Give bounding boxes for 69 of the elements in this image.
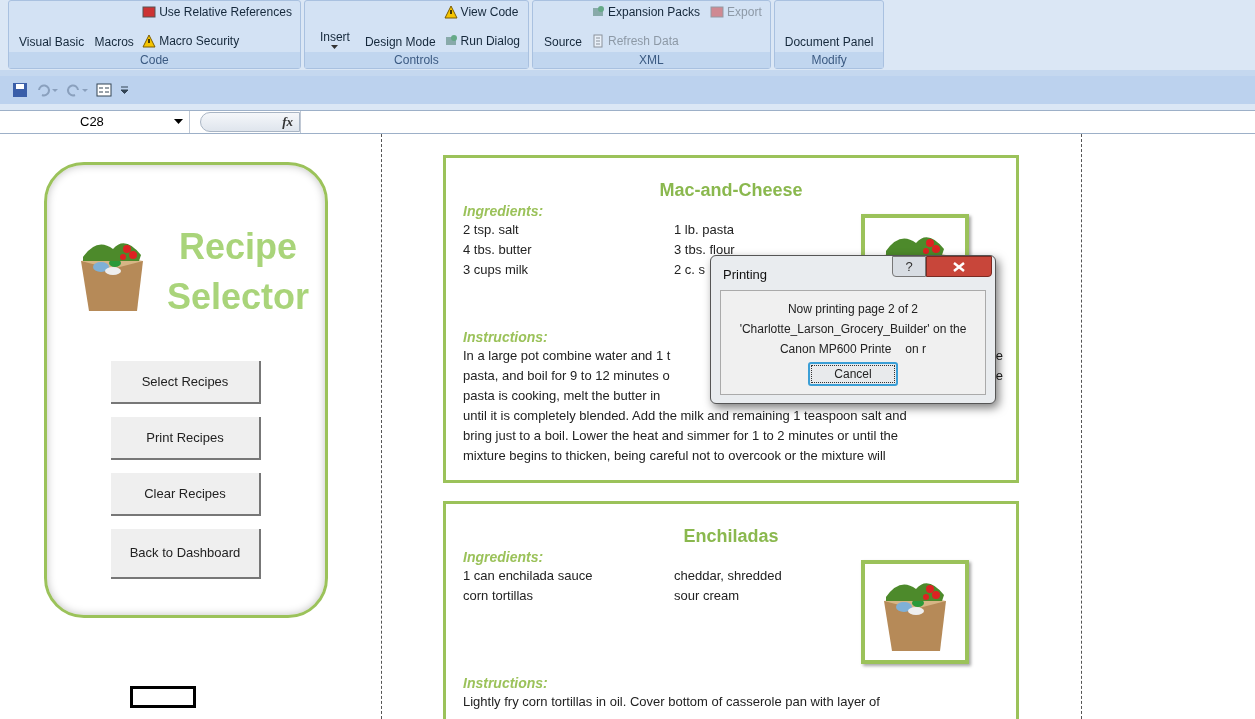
- recipe-title: Mac-and-Cheese: [658, 179, 804, 202]
- instruction-text: mixture begins to thicken, being careful not to overcook or the mixture will: [463, 447, 886, 465]
- message-text: 'Charlotte_Larson_Grocery_Builder' on the: [739, 321, 967, 338]
- ingredient-text: 1 can enchilada sauce: [463, 567, 594, 585]
- selected-cell[interactable]: [130, 686, 196, 708]
- customize-caret-icon: [120, 86, 129, 94]
- ingredient-text: 2 tsp. salt: [463, 221, 520, 239]
- ingredient-text: 4 tbs. butter: [463, 241, 533, 259]
- recipe-action-button[interactable]: Back to Dashboard: [111, 529, 261, 579]
- group-label: Code: [9, 52, 300, 68]
- ribbon-small-button[interactable]: Use Relative References: [142, 1, 292, 24]
- disabled-tool-icon: [591, 33, 605, 48]
- message-text: Now printing page 2 of 2: [787, 301, 919, 318]
- close-icon: [953, 261, 965, 272]
- recipe-title: Enchiladas: [682, 525, 780, 548]
- redo-icon: [66, 83, 88, 97]
- instruction-text: e: [995, 347, 1003, 365]
- ribbon-button[interactable]: Insert: [312, 1, 357, 52]
- close-button[interactable]: [926, 256, 992, 277]
- ribbon-small-button[interactable]: Macro Security: [142, 29, 292, 52]
- group-label: XML: [533, 52, 770, 68]
- ingredient-text: 3 tbs. flour: [674, 241, 735, 259]
- instruction-text: In a large pot combine water and 1 t: [463, 347, 671, 365]
- instruction-text: pasta, and boil for 9 to 12 minutes o: [463, 367, 670, 385]
- save-icon: [12, 82, 28, 98]
- title-text: Selector: [167, 275, 310, 319]
- recipe-action-button[interactable]: Select Recipes: [111, 361, 261, 404]
- recipe-action-button[interactable]: Print Recipes: [111, 417, 261, 460]
- cancel-button[interactable]: Cancel: [808, 362, 898, 386]
- undo-icon: [36, 83, 58, 97]
- tool-icon: [142, 33, 157, 48]
- ingredient-text: 3 cups milk: [463, 261, 530, 279]
- dialog-title: Printing: [723, 266, 768, 284]
- section-label: Ingredients:: [463, 548, 545, 566]
- function-button[interactable]: fx: [282, 112, 293, 132]
- section-label: Ingredients:: [463, 202, 545, 220]
- ribbon-small-button[interactable]: View Code: [443, 1, 520, 24]
- ingredient-text: cheddar, shredded: [674, 567, 782, 585]
- tool-icon: [443, 33, 458, 48]
- instruction-text: e: [995, 367, 1003, 385]
- instruction-text: Lightly fry corn tortillas in oil. Cover bottom of casserole pan with layer of: [463, 693, 880, 711]
- title-text: Recipe: [179, 225, 298, 269]
- disabled-tool-icon: [710, 5, 725, 20]
- group-label: Modify: [774, 52, 884, 68]
- ribbon-button[interactable]: Source: [541, 1, 585, 52]
- section-label: Instructions:: [463, 674, 548, 692]
- message-text: Canon MP600 Printe: [779, 341, 892, 358]
- dropdown-caret-icon: [174, 119, 183, 125]
- section-label: Instructions:: [463, 328, 548, 346]
- name-box[interactable]: C28: [0, 111, 190, 133]
- ribbon-small-button[interactable]: Run Dialog: [443, 29, 520, 52]
- ribbon-button[interactable]: Document Panel: [782, 1, 876, 52]
- ribbon-button[interactable]: Macros: [92, 1, 137, 52]
- instruction-text: bring just to a boil. Lower the heat and simmer for 1 to 2 minutes or until the: [463, 427, 898, 445]
- message-text: on r: [905, 341, 927, 358]
- ingredient-text: corn tortillas: [463, 587, 535, 605]
- help-button[interactable]: ?: [892, 256, 926, 277]
- group-label: Controls: [304, 52, 528, 68]
- form-icon: [96, 83, 112, 97]
- tool-icon: [142, 5, 157, 20]
- ingredient-text: sour cream: [674, 587, 741, 605]
- instruction-text: until it is completely blended. Add the milk and remaining 1 teaspoon salt and: [463, 407, 907, 425]
- ribbon-button[interactable]: Design Mode: [362, 1, 438, 52]
- ingredient-text: 1 lb. pasta: [674, 221, 735, 239]
- recipe-action-button[interactable]: Clear Recipes: [111, 473, 261, 516]
- ribbon-small-button[interactable]: Expansion Packs: [591, 1, 701, 24]
- tool-icon: [443, 5, 458, 20]
- instruction-text: pasta is cooking, melt the butter in: [463, 387, 661, 405]
- ribbon-button[interactable]: Visual Basic: [17, 1, 87, 52]
